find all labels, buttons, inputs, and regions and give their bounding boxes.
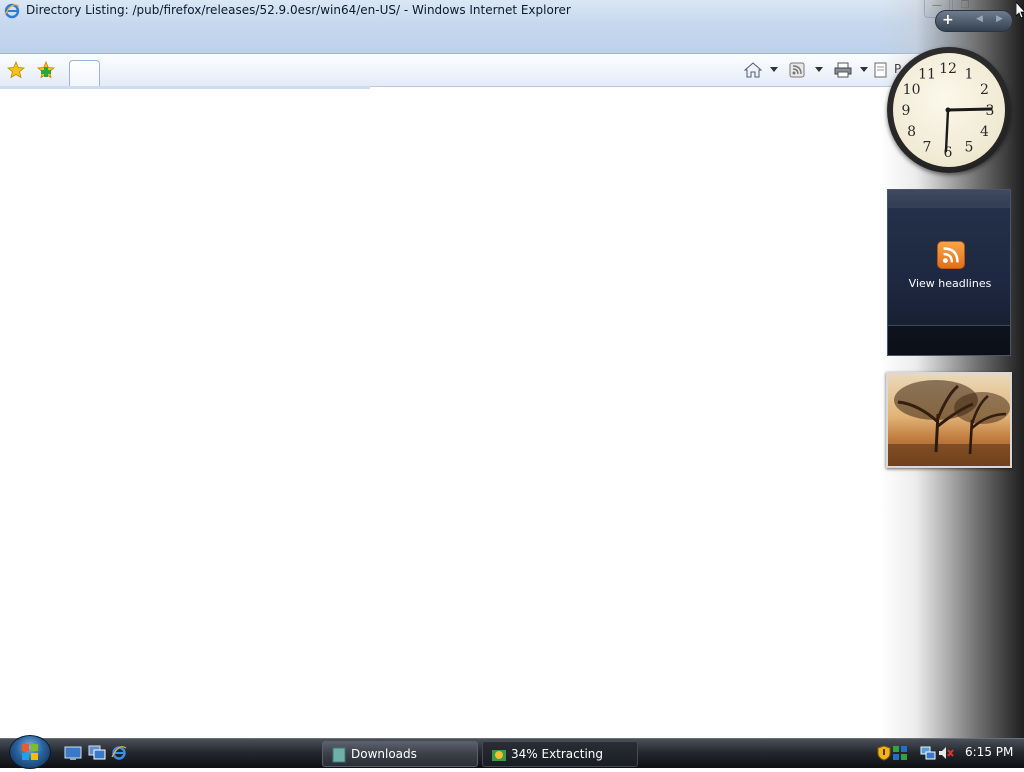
favorites-star-icon[interactable]	[7, 61, 25, 79]
windows-logo-icon	[22, 744, 38, 760]
sidebar-prev-icon[interactable]: ◀	[976, 14, 983, 24]
tab-row-divider	[0, 86, 370, 89]
clock-numeral: 8	[907, 124, 916, 140]
show-desktop-icon[interactable]	[64, 745, 82, 761]
clock-numeral: 11	[918, 67, 936, 83]
security-shield-icon[interactable]	[876, 745, 892, 761]
title-bar[interactable]: Directory Listing: /pub/firefox/releases…	[0, 0, 1024, 54]
sidebar-next-icon[interactable]: ▶	[996, 14, 1003, 24]
clock-numeral: 5	[965, 139, 974, 155]
feed-headlines-gadget[interactable]: View headlines	[887, 189, 1011, 356]
extract-icon	[492, 750, 506, 761]
add-favorite-icon[interactable]	[37, 61, 55, 79]
clock-numeral: 1	[965, 67, 974, 83]
clock-numeral: 10	[903, 82, 921, 98]
windows-defender-icon[interactable]	[892, 745, 908, 761]
start-button[interactable]	[9, 735, 51, 769]
hour-hand	[946, 107, 993, 112]
print-dropdown-icon[interactable]	[860, 67, 868, 72]
feeds-dropdown-icon[interactable]	[815, 67, 823, 72]
tree-photo	[888, 380, 1010, 466]
switch-windows-icon[interactable]	[88, 745, 106, 761]
ie-window: Directory Listing: /pub/firefox/releases…	[0, 0, 1024, 738]
home-dropdown-icon[interactable]	[770, 67, 778, 72]
taskbar-button-extracting[interactable]: 34% Extracting	[482, 741, 638, 767]
print-icon[interactable]	[834, 61, 852, 79]
view-headlines-link[interactable]: View headlines	[888, 277, 1012, 290]
clock-numeral: 3	[986, 103, 995, 119]
network-icon[interactable]	[920, 745, 936, 761]
clock-numeral: 6	[944, 145, 953, 161]
taskbar-button-downloads[interactable]: Downloads	[322, 741, 478, 767]
clock-gadget[interactable]: 12 1 2 3 4 5 6 7 8 9 10 11	[887, 47, 1011, 173]
clock-numeral: 7	[923, 139, 932, 155]
taskbar-clock[interactable]: 6:15 PM	[965, 745, 1013, 759]
window-title: Directory Listing: /pub/firefox/releases…	[26, 3, 571, 17]
clock-numeral: 12	[939, 61, 957, 77]
rss-icon	[937, 241, 965, 269]
mouse-cursor-icon	[1016, 2, 1024, 18]
clock-dial: 12 12 3 45678 9 1011	[902, 61, 995, 161]
folder-icon	[332, 747, 346, 763]
volume-muted-icon[interactable]	[938, 745, 954, 761]
task-label-extracting: 34% Extracting	[511, 747, 604, 761]
internet-explorer-icon	[4, 3, 20, 19]
clock-numeral: 4	[980, 124, 989, 140]
command-bar: P	[0, 55, 1024, 87]
add-gadget-icon[interactable]: +	[942, 12, 954, 28]
clock-numeral: 9	[902, 103, 911, 119]
internet-explorer-quicklaunch-icon[interactable]	[110, 745, 128, 761]
slideshow-gadget[interactable]	[886, 372, 1012, 468]
feeds-icon[interactable]	[788, 61, 806, 79]
task-label-downloads: Downloads	[351, 747, 417, 761]
browser-tab[interactable]	[69, 60, 100, 87]
home-icon[interactable]	[744, 61, 762, 79]
clock-numeral: 2	[980, 82, 989, 98]
